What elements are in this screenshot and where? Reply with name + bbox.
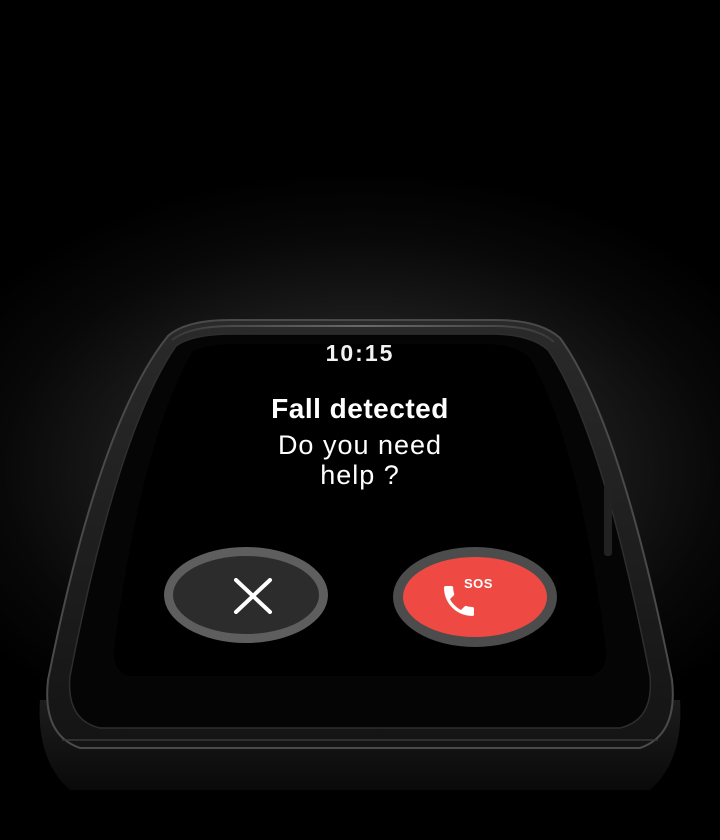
alert-title: Fall detected (271, 393, 449, 424)
dismiss-button[interactable] (164, 547, 328, 643)
alert-question-line-2: help ? (320, 460, 400, 490)
close-icon (234, 578, 272, 614)
alert-question: Do you need help ? (0, 430, 720, 490)
sos-call-button[interactable]: SOS (393, 547, 557, 647)
sos-label: SOS (464, 576, 493, 591)
alert-question-line-1: Do you need (277, 430, 443, 460)
product-scene: 10:15 Fall detected Do you need help ? S… (0, 0, 720, 840)
clock-time: 10:15 (325, 340, 395, 366)
side-button (604, 484, 612, 556)
